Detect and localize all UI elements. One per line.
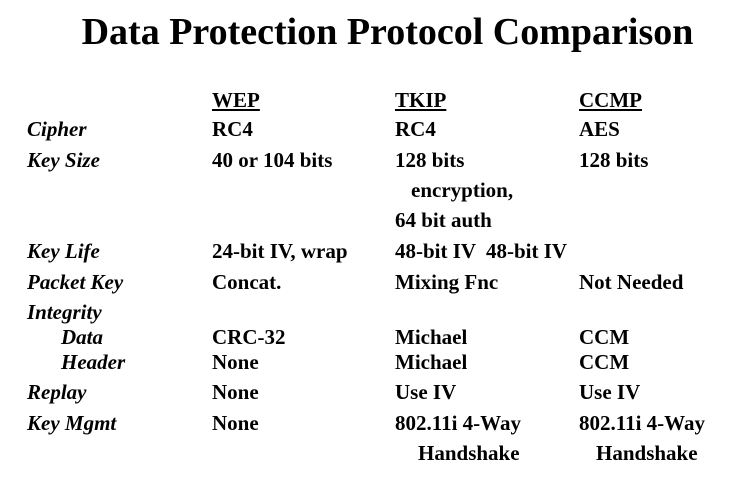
cell-replay-wep: None xyxy=(212,380,259,404)
row-label-data: Data xyxy=(61,325,103,349)
page-title: Data Protection Protocol Comparison xyxy=(81,11,694,53)
cell-cipher-wep: RC4 xyxy=(212,117,253,141)
cell-key-mgmt-wep: None xyxy=(212,411,259,435)
row-label-packet-key: Packet Key xyxy=(27,270,124,294)
cell-data-ccmp: CCM xyxy=(579,325,630,349)
cell-key-size-tkip-line3: 64 bit auth xyxy=(395,208,492,232)
row-label-cipher: Cipher xyxy=(27,117,87,141)
cell-key-size-tkip-line2: encryption, xyxy=(411,178,514,202)
column-header-wep: WEP xyxy=(212,88,260,112)
cell-key-size-tkip-line1: 128 bits xyxy=(395,148,465,172)
cell-key-mgmt-ccmp-line2: Handshake xyxy=(596,441,698,465)
cell-header-ccmp: CCM xyxy=(579,350,630,374)
row-label-header: Header xyxy=(61,350,126,374)
row-label-integrity: Integrity xyxy=(27,300,102,324)
cell-packet-key-ccmp: Not Needed xyxy=(579,270,684,294)
cell-key-life-ccmp: 48-bit IV xyxy=(486,239,568,263)
cell-cipher-tkip: RC4 xyxy=(395,117,436,141)
cell-replay-tkip: Use IV xyxy=(395,380,457,404)
cell-key-size-ccmp: 128 bits xyxy=(579,148,649,172)
cell-header-wep: None xyxy=(212,350,259,374)
row-label-replay: Replay xyxy=(27,380,87,404)
cell-key-mgmt-tkip-line1: 802.11i 4-Way xyxy=(395,411,522,435)
cell-header-tkip: Michael xyxy=(395,350,468,374)
cell-packet-key-tkip: Mixing Fnc xyxy=(395,270,499,294)
row-label-key-mgmt: Key Mgmt xyxy=(27,411,117,435)
row-label-key-size: Key Size xyxy=(27,148,100,172)
cell-replay-ccmp: Use IV xyxy=(579,380,641,404)
cell-key-life-tkip: 48-bit IV xyxy=(395,239,477,263)
cell-key-life-wep: 24-bit IV, wrap xyxy=(212,239,348,263)
cell-key-size-wep: 40 or 104 bits xyxy=(212,148,333,172)
cell-data-tkip: Michael xyxy=(395,325,468,349)
column-header-tkip: TKIP xyxy=(395,88,447,112)
cell-data-wep: CRC-32 xyxy=(212,325,286,349)
cell-cipher-ccmp: AES xyxy=(579,117,620,141)
row-label-key-life: Key Life xyxy=(27,239,100,263)
cell-key-mgmt-tkip-line2: Handshake xyxy=(418,441,520,465)
cell-packet-key-wep: Concat. xyxy=(212,270,282,294)
cell-key-mgmt-ccmp-line1: 802.11i 4-Way xyxy=(579,411,706,435)
column-header-ccmp: CCMP xyxy=(579,88,642,112)
